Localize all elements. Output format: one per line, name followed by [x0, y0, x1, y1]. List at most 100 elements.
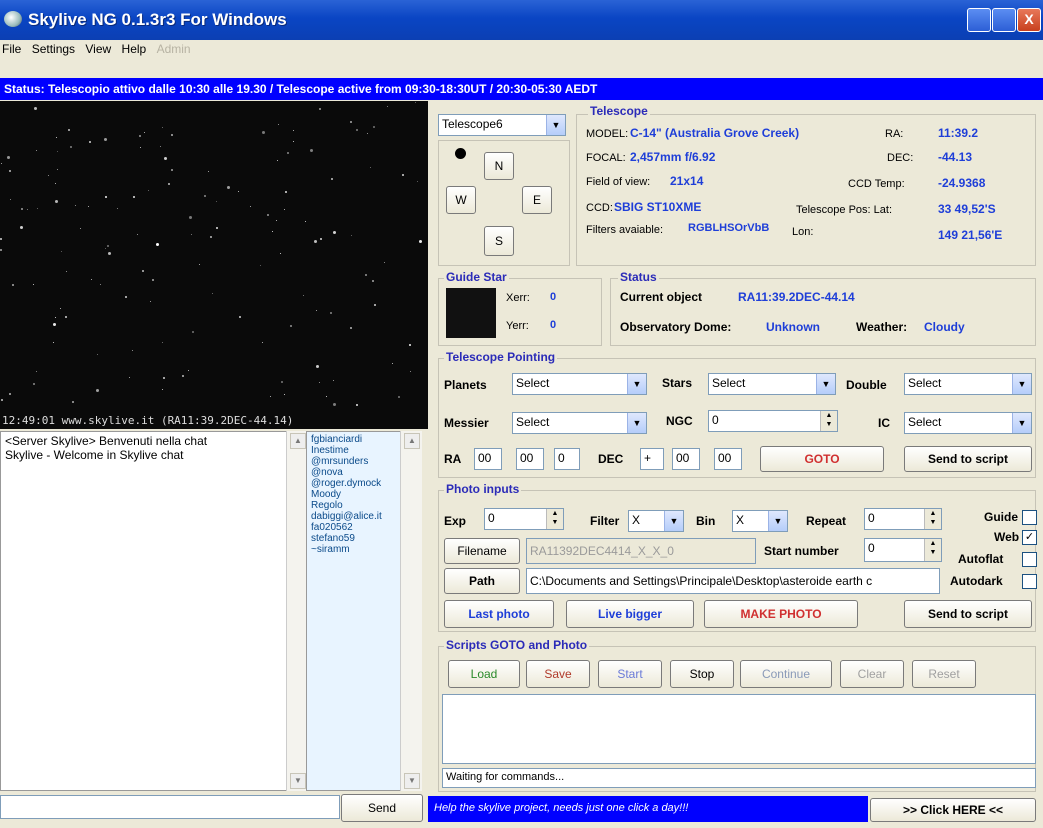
close-button[interactable]: X	[1017, 8, 1041, 32]
south-button[interactable]: S	[484, 226, 514, 256]
save-button[interactable]: Save	[526, 660, 590, 688]
star-dot	[156, 243, 159, 246]
star-dot	[239, 316, 241, 318]
fov-label: Field of view:	[586, 176, 651, 188]
users-scrollbar[interactable]: ▲ ▼	[400, 431, 422, 791]
image-caption: 12:49:01 www.skylive.it (RA11:39.2DEC-44…	[2, 414, 294, 427]
star-dot	[21, 208, 23, 210]
double-select[interactable]: Select ▼	[904, 373, 1032, 395]
chat-input[interactable]	[0, 795, 340, 819]
goto-button[interactable]: GOTO	[760, 446, 884, 472]
messier-select[interactable]: Select ▼	[512, 412, 647, 434]
filename-button[interactable]: Filename	[444, 538, 520, 564]
chat-scrollbar[interactable]: ▲ ▼	[286, 431, 306, 791]
menu-help[interactable]: Help	[120, 40, 152, 56]
star-dot	[372, 280, 374, 282]
dec-input-label: DEC	[598, 452, 624, 466]
star-dot	[55, 183, 56, 184]
filters-label: Filters avaiable:	[586, 224, 664, 236]
ra-minutes-input[interactable]: 00	[516, 448, 544, 470]
reset-button[interactable]: Reset	[912, 660, 976, 688]
click-here-button[interactable]: >> Click HERE <<	[870, 798, 1036, 822]
start-number-label: Start number	[764, 544, 839, 558]
menu-admin[interactable]: Admin	[155, 40, 196, 56]
star-dot	[80, 228, 81, 229]
minimize-button[interactable]	[967, 8, 991, 32]
repeat-input[interactable]: 0 ▲ ▼	[864, 508, 942, 530]
path-field[interactable]: C:\Documents and Settings\Principale\Des…	[526, 568, 940, 594]
autoflat-label: Autoflat	[958, 552, 1004, 566]
app-icon	[4, 11, 22, 27]
ra-hours-input[interactable]: 00	[474, 448, 502, 470]
spinner-icon[interactable]: ▲ ▼	[820, 411, 837, 431]
scroll-down-icon[interactable]: ▼	[290, 773, 306, 789]
ngc-input[interactable]: 0 ▲ ▼	[708, 410, 838, 432]
double-label: Double	[846, 378, 887, 392]
send-button[interactable]: Send	[341, 794, 423, 822]
east-button[interactable]: E	[522, 186, 552, 214]
telescope-select[interactable]: Telescope6 ▼	[438, 114, 566, 136]
star-dot	[34, 107, 37, 110]
ra-seconds-input[interactable]: 0	[554, 448, 580, 470]
start-number-input[interactable]: 0 ▲ ▼	[864, 538, 942, 562]
west-button[interactable]: W	[446, 186, 476, 214]
live-bigger-button[interactable]: Live bigger	[566, 600, 694, 628]
star-dot	[417, 181, 418, 182]
load-button[interactable]: Load	[448, 660, 520, 688]
star-dot	[70, 146, 72, 148]
scroll-up-icon[interactable]: ▲	[404, 433, 420, 449]
spinner-icon[interactable]: ▲ ▼	[546, 509, 563, 529]
toolbar-strip	[0, 60, 1043, 78]
star-dot	[392, 363, 393, 364]
star-dot	[350, 327, 352, 329]
bin-select[interactable]: X ▼	[732, 510, 788, 532]
stars-select[interactable]: Select ▼	[708, 373, 836, 395]
north-button[interactable]: N	[484, 152, 514, 180]
star-dot	[278, 124, 279, 125]
star-dot	[148, 190, 149, 191]
dec-sign-input[interactable]: +	[640, 448, 664, 470]
script-editor[interactable]	[442, 694, 1036, 764]
star-dot	[293, 141, 294, 142]
last-photo-button[interactable]: Last photo	[444, 600, 554, 628]
continue-button[interactable]: Continue	[740, 660, 832, 688]
scroll-down-icon[interactable]: ▼	[404, 773, 420, 789]
filter-select[interactable]: X ▼	[628, 510, 684, 532]
dec-degrees-input[interactable]: 00	[672, 448, 700, 470]
current-object-value: RA11:39.2DEC-44.14	[738, 290, 855, 304]
autoflat-checkbox[interactable]	[1022, 552, 1037, 567]
start-button[interactable]: Start	[598, 660, 662, 688]
ic-select[interactable]: Select ▼	[904, 412, 1032, 434]
repeat-value: 0	[868, 511, 875, 525]
star-dot	[36, 150, 37, 151]
spinner-icon[interactable]: ▲ ▼	[924, 539, 941, 561]
star-dot	[182, 375, 184, 377]
spinner-icon[interactable]: ▲ ▼	[924, 509, 941, 529]
star-dot	[91, 279, 92, 280]
photo-send-to-script-button[interactable]: Send to script	[904, 600, 1032, 628]
dec-minutes-input[interactable]: 00	[714, 448, 742, 470]
guide-checkbox[interactable]	[1022, 510, 1037, 525]
filename-field[interactable]: RA11392DEC4414_X_X_0	[526, 538, 756, 564]
exp-input[interactable]: 0 ▲ ▼	[484, 508, 564, 530]
star-dot	[281, 381, 283, 383]
star-dot	[9, 170, 11, 172]
star-dot	[66, 271, 67, 272]
star-dot	[326, 396, 327, 397]
stop-button[interactable]: Stop	[670, 660, 734, 688]
exp-value: 0	[488, 511, 495, 525]
focal-label: FOCAL:	[586, 152, 626, 164]
menu-settings[interactable]: Settings	[30, 40, 80, 56]
planets-select[interactable]: Select ▼	[512, 373, 647, 395]
clear-button[interactable]: Clear	[840, 660, 904, 688]
path-button[interactable]: Path	[444, 568, 520, 594]
scroll-up-icon[interactable]: ▲	[290, 433, 306, 449]
menu-view[interactable]: View	[83, 40, 116, 56]
autodark-checkbox[interactable]	[1022, 574, 1037, 589]
xerr-value: 0	[550, 291, 557, 303]
maximize-button[interactable]	[992, 8, 1016, 32]
send-to-script-button[interactable]: Send to script	[904, 446, 1032, 472]
web-checkbox[interactable]: ✓	[1022, 530, 1037, 545]
menu-file[interactable]: File	[0, 40, 26, 56]
make-photo-button[interactable]: MAKE PHOTO	[704, 600, 858, 628]
